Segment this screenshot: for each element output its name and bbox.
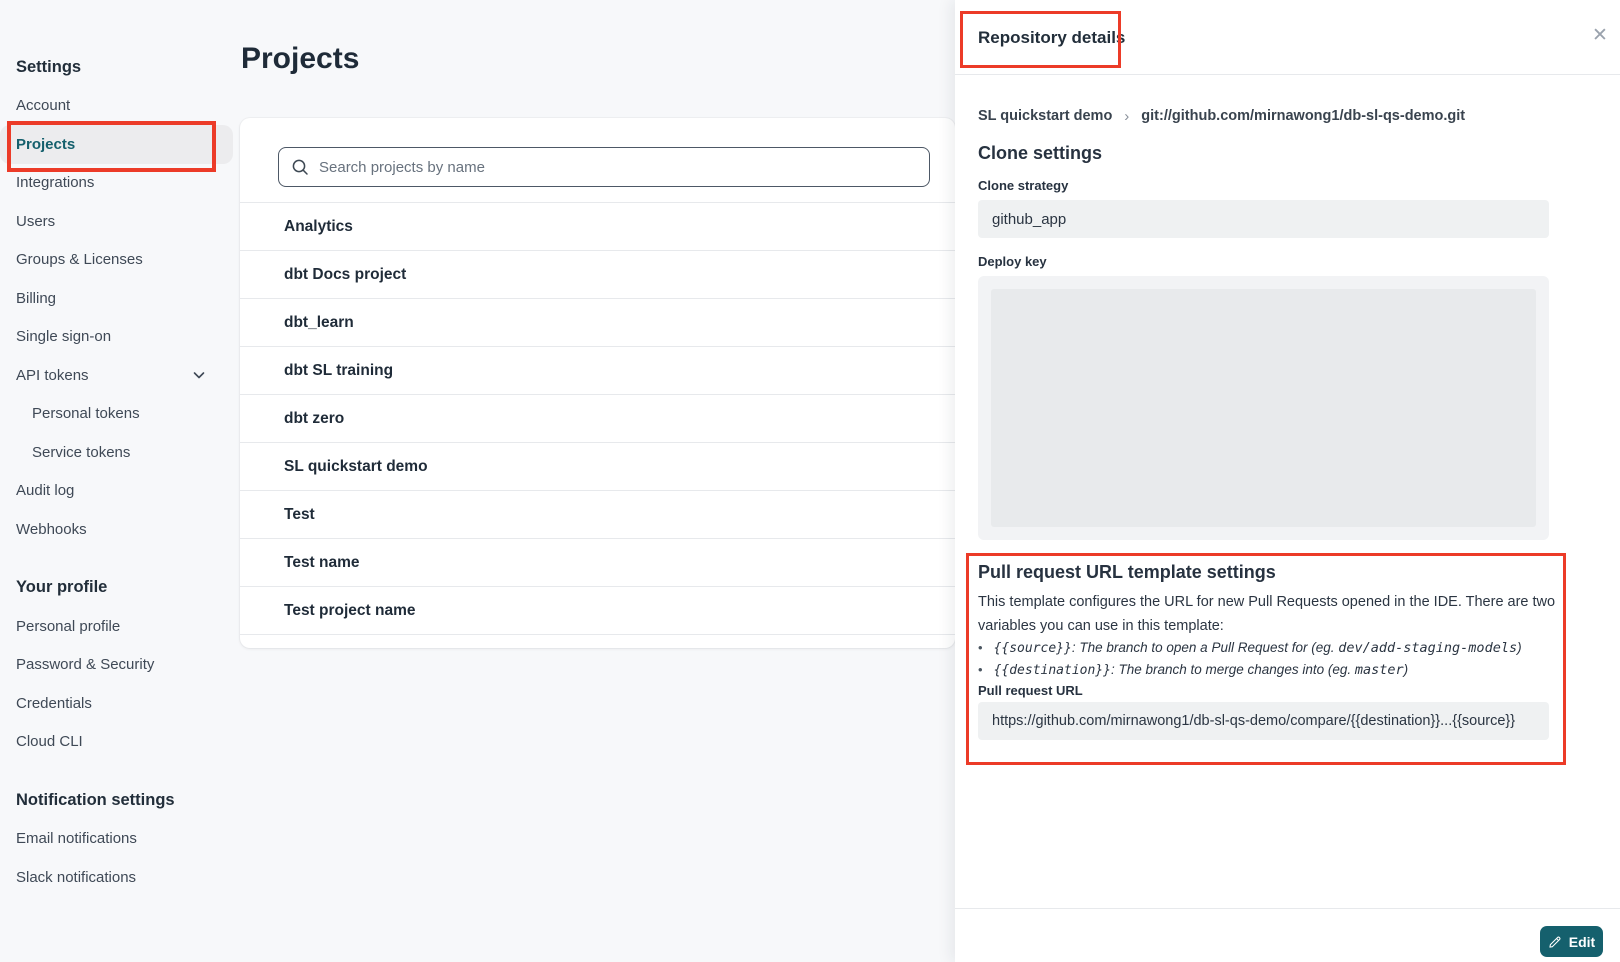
sidebar-item-groups-licenses[interactable]: Groups & Licenses [0, 241, 240, 280]
pr-variable-source: •{{source}}: The branch to open a Pull R… [978, 637, 1522, 659]
pr-template-variables: •{{source}}: The branch to open a Pull R… [978, 637, 1522, 681]
sidebar-item-billing[interactable]: Billing [0, 279, 240, 318]
project-row[interactable]: dbt_learn [240, 299, 955, 347]
breadcrumb: SL quickstart demo › git://github.com/mi… [978, 106, 1465, 126]
project-row[interactable]: dbt Docs project [240, 251, 955, 299]
search-icon [291, 158, 309, 176]
sidebar-item-email-notifications[interactable]: Email notifications [0, 820, 240, 859]
panel-header: Repository details ✕ [955, 0, 1620, 75]
pull-request-url-value: https://github.com/mirnawong1/db-sl-qs-d… [978, 702, 1549, 740]
sidebar-item-single-sign-on[interactable]: Single sign-on [0, 318, 240, 357]
panel-footer: Edit [955, 908, 1620, 962]
sidebar-item-integrations[interactable]: Integrations [0, 164, 240, 203]
project-row[interactable]: SL quickstart demo [240, 443, 955, 491]
sidebar-item-account[interactable]: Account [0, 87, 240, 126]
projects-card: Analytics dbt Docs project dbt_learn dbt… [240, 118, 955, 648]
sidebar-item-service-tokens[interactable]: Service tokens [0, 433, 240, 472]
sidebar-item-credentials[interactable]: Credentials [0, 684, 240, 723]
sidebar-item-audit-log[interactable]: Audit log [0, 472, 240, 511]
sidebar-item-api-tokens[interactable]: API tokens [0, 356, 240, 395]
pr-template-heading: Pull request URL template settings [978, 562, 1276, 583]
project-row[interactable]: Test name [240, 539, 955, 587]
sidebar-item-projects[interactable]: Projects [0, 125, 233, 164]
project-row[interactable]: Analytics [240, 203, 955, 251]
repository-details-panel: Repository details ✕ SL quickstart demo … [955, 0, 1620, 962]
clone-strategy-label: Clone strategy [978, 178, 1068, 193]
settings-sidebar: Settings Account Projects Integrations U… [0, 48, 240, 897]
breadcrumb-separator-icon: › [1124, 108, 1129, 125]
sidebar-heading-your-profile: Your profile [0, 569, 240, 608]
sidebar-item-personal-profile[interactable]: Personal profile [0, 607, 240, 646]
page-title: Projects [241, 42, 359, 76]
deploy-key-field [978, 276, 1549, 540]
chevron-down-icon [192, 368, 206, 382]
sidebar-item-password-security[interactable]: Password & Security [0, 646, 240, 685]
sidebar-heading-notification-settings: Notification settings [0, 781, 240, 820]
project-row[interactable]: dbt SL training [240, 347, 955, 395]
clone-strategy-value: github_app [978, 200, 1549, 238]
pr-variable-destination: •{{destination}}: The branch to merge ch… [978, 659, 1522, 681]
sidebar-item-webhooks[interactable]: Webhooks [0, 510, 240, 549]
sidebar-item-cloud-cli[interactable]: Cloud CLI [0, 723, 240, 762]
sidebar-item-slack-notifications[interactable]: Slack notifications [0, 858, 240, 897]
project-row[interactable]: dbt zero [240, 395, 955, 443]
edit-button[interactable]: Edit [1540, 926, 1603, 957]
close-icon[interactable]: ✕ [1588, 24, 1612, 47]
project-search[interactable] [278, 147, 930, 187]
search-input[interactable] [319, 159, 917, 176]
bullet-icon: • [978, 637, 983, 658]
deploy-key-value-redacted [991, 289, 1536, 527]
deploy-key-label: Deploy key [978, 254, 1047, 269]
sidebar-section-your-profile: Your profile Personal profile Password &… [0, 569, 240, 762]
project-row[interactable]: Test project name [240, 587, 955, 635]
edit-button-label: Edit [1569, 934, 1595, 950]
panel-title: Repository details [978, 28, 1125, 48]
clone-settings-heading: Clone settings [978, 143, 1102, 164]
pr-template-description: This template configures the URL for new… [978, 590, 1576, 638]
breadcrumb-project: SL quickstart demo [978, 108, 1112, 124]
project-list: Analytics dbt Docs project dbt_learn dbt… [240, 202, 955, 635]
sidebar-section-notification-settings: Notification settings Email notification… [0, 781, 240, 897]
sidebar-item-personal-tokens[interactable]: Personal tokens [0, 395, 240, 434]
breadcrumb-repo-url: git://github.com/mirnawong1/db-sl-qs-dem… [1141, 108, 1465, 124]
pull-request-url-label: Pull request URL [978, 683, 1083, 698]
sidebar-section-settings: Settings Account Projects Integrations U… [0, 48, 240, 549]
project-row[interactable]: Test [240, 491, 955, 539]
sidebar-item-users[interactable]: Users [0, 202, 240, 241]
bullet-icon: • [978, 659, 983, 680]
pencil-icon [1548, 934, 1563, 949]
sidebar-heading-settings: Settings [0, 48, 240, 87]
